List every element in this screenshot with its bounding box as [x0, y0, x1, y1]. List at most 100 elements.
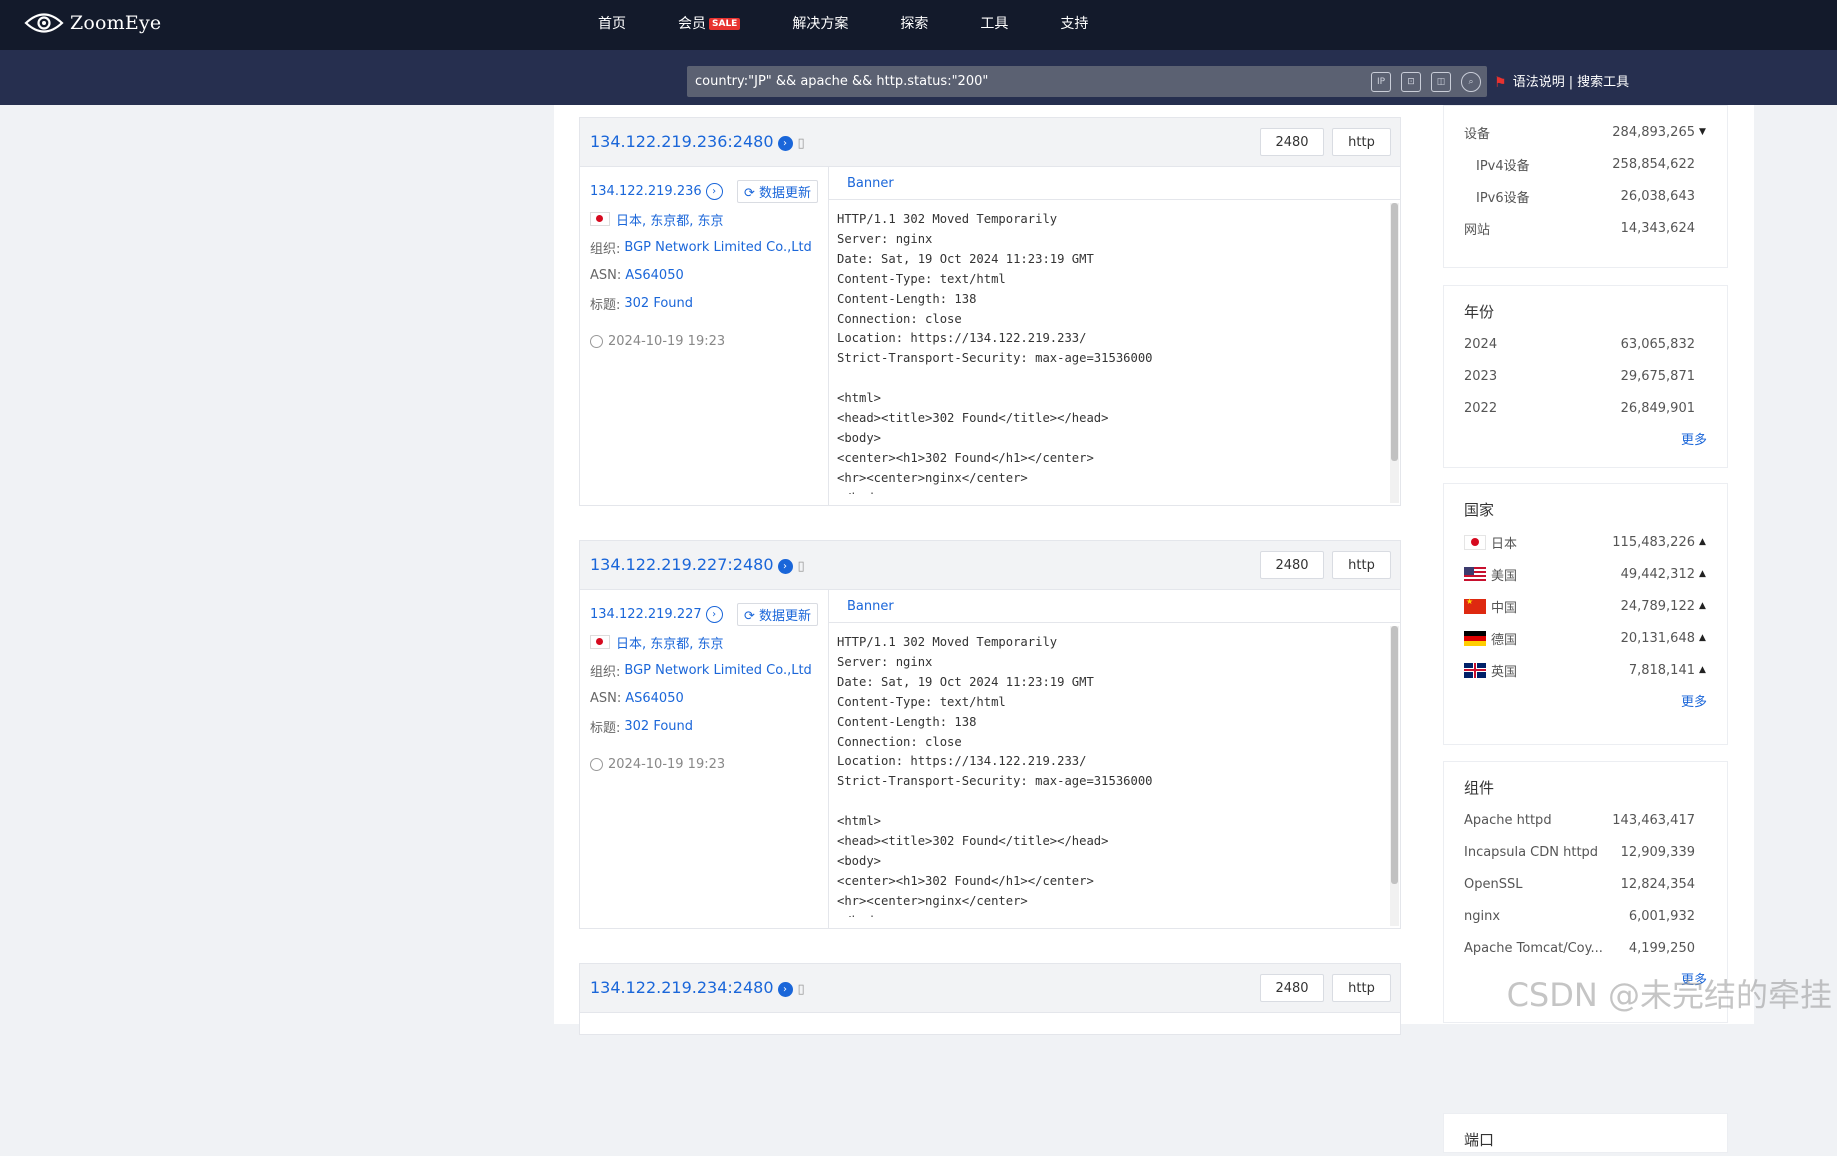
nav-explore[interactable]: 探索 — [900, 13, 928, 33]
germany-flag-icon — [1464, 630, 1486, 646]
search-tools-link[interactable]: 搜索工具 — [1577, 75, 1629, 90]
stat-row[interactable]: 2024 63,065,832 — [1464, 328, 1707, 360]
banner-scroll-thumb[interactable] — [1391, 626, 1398, 884]
banner-scroll-thumb[interactable] — [1391, 203, 1398, 461]
data-update-button[interactable]: ⟳ 数据更新 — [736, 179, 818, 203]
ip-search-icon[interactable]: IP — [1371, 71, 1391, 92]
syntax-help-link[interactable]: 语法说明 — [1513, 75, 1565, 90]
stat-row-ipv6[interactable]: IPv6设备 26,038,643 — [1464, 180, 1707, 212]
stat-value: 12,824,354 — [1620, 876, 1695, 892]
title-link[interactable]: 302 Found — [624, 296, 693, 311]
search-icon[interactable]: ⌕ — [1461, 71, 1481, 92]
country-stats-panel: 国家 日本 115,483,226 ▲ 美国 49,442,312 ▲ 中国 24,789… — [1443, 483, 1728, 745]
caret-up-icon[interactable]: ▲ — [1699, 601, 1707, 611]
asn-link[interactable]: AS64050 — [625, 268, 684, 283]
go-arrow-icon[interactable]: › — [777, 982, 793, 997]
panel-title: 组件 — [1464, 778, 1495, 797]
japan-flag-icon — [1464, 534, 1486, 550]
protocol-tag[interactable]: http — [1332, 974, 1391, 1002]
stat-label: 网站 — [1464, 222, 1491, 238]
country-more-link[interactable]: 更多 — [1464, 686, 1707, 714]
result-card: 134.122.219.227:2480 › ▯ 2480 http 134.122… — [579, 540, 1401, 929]
caret-up-icon[interactable]: ▲ — [1699, 665, 1707, 675]
protocol-tag[interactable]: http — [1332, 128, 1391, 156]
stat-row[interactable]: Apache Tomcat/Coy... 4,199,250 — [1464, 932, 1707, 964]
stat-row[interactable]: 2022 26,849,901 — [1464, 392, 1707, 424]
go-arrow-icon[interactable]: › — [777, 559, 793, 574]
location-link[interactable]: 日本, 东京都, 东京 — [616, 210, 724, 229]
usa-flag-icon — [1464, 566, 1486, 582]
banner-scrollbar[interactable] — [1390, 626, 1399, 926]
screenshot-search-icon[interactable]: ◫ — [1431, 71, 1451, 92]
nav-membership[interactable]: 会员 SALE — [678, 13, 741, 33]
protocol-tag[interactable]: http — [1332, 551, 1391, 579]
nav-tools[interactable]: 工具 — [980, 13, 1008, 33]
stat-value: 29,675,871 — [1620, 368, 1695, 384]
asn-link[interactable]: AS64050 — [625, 691, 684, 706]
nav-support[interactable]: 支持 — [1060, 13, 1088, 33]
result-info: 134.122.219.236 › ⟳ 数据更新 日本, 东京都, 东京 组织:… — [580, 167, 829, 505]
location-row: 日本, 东京都, 东京 — [590, 628, 818, 656]
stat-row[interactable]: Incapsula CDN httpd 12,909,339 — [1464, 836, 1707, 868]
result-ip-port: 134.122.219.234:2480 — [590, 978, 774, 997]
location-link[interactable]: 日本, 东京都, 东京 — [616, 633, 724, 652]
stat-label: 2023 — [1464, 368, 1498, 384]
ip-link[interactable]: 134.122.219.227 — [590, 607, 702, 622]
caret-up-icon[interactable]: ▲ — [1699, 569, 1707, 579]
stat-row-germany[interactable]: 德国 20,131,648 ▲ — [1464, 622, 1707, 654]
port-tag[interactable]: 2480 — [1260, 551, 1324, 579]
ip-go-icon[interactable]: › — [705, 605, 723, 623]
caret-up-icon[interactable]: ▲ — [1699, 537, 1707, 547]
stat-row-ipv4[interactable]: IPv4设备 258,854,622 — [1464, 148, 1707, 180]
go-arrow-icon[interactable]: › — [777, 136, 793, 151]
result-ip-port-link[interactable]: 134.122.219.236:2480 › ▯ — [590, 132, 805, 151]
ip-go-icon[interactable]: › — [705, 182, 723, 200]
banner-tab[interactable]: Banner — [829, 590, 1400, 623]
year-more-link[interactable]: 更多 — [1464, 424, 1707, 452]
data-update-label: 数据更新 — [758, 185, 811, 201]
stat-row-uk[interactable]: 英国 7,818,141 ▲ — [1464, 654, 1707, 686]
org-link[interactable]: BGP Network Limited Co.,Ltd — [624, 663, 811, 678]
result-ip-port-link[interactable]: 134.122.219.234:2480 › ▯ — [590, 978, 805, 997]
stat-value: 12,909,339 — [1620, 844, 1695, 860]
stat-row-devices[interactable]: 设备 284,893,265 ▼ — [1464, 116, 1707, 148]
banner-tab[interactable]: Banner — [829, 167, 1400, 200]
title-link[interactable]: 302 Found — [624, 719, 693, 734]
nav-solutions[interactable]: 解决方案 — [792, 13, 848, 33]
port-tag[interactable]: 2480 — [1260, 974, 1324, 1002]
result-ip-port-link[interactable]: 134.122.219.227:2480 › ▯ — [590, 555, 805, 574]
nav-home[interactable]: 首页 — [598, 13, 626, 33]
ip-link[interactable]: 134.122.219.236 — [590, 184, 702, 199]
port-tag[interactable]: 2480 — [1260, 128, 1324, 156]
stat-row-china[interactable]: 中国 24,789,122 ▲ — [1464, 590, 1707, 622]
copy-icon[interactable]: ▯ — [798, 559, 805, 574]
stat-row[interactable]: OpenSSL 12,824,354 — [1464, 868, 1707, 900]
port-stats-panel: 端口 — [1443, 1113, 1728, 1153]
stat-value: 284,893,265 — [1612, 124, 1695, 140]
copy-icon[interactable]: ▯ — [798, 136, 805, 151]
copy-icon[interactable]: ▯ — [798, 982, 805, 997]
stat-label: 中国 — [1491, 600, 1518, 616]
search-icons: IP ⊡ ◫ ⌕ — [1361, 71, 1487, 92]
zoomeye-logo[interactable]: ZoomEye — [24, 10, 161, 36]
stat-row-usa[interactable]: 美国 49,442,312 ▲ — [1464, 558, 1707, 590]
stat-value: 4,199,250 — [1628, 940, 1695, 956]
year-stats-panel: 年份 2024 63,065,832 2023 29,675,871 2022 26,… — [1443, 285, 1728, 468]
stat-row-websites[interactable]: 网站 14,343,624 — [1464, 212, 1707, 244]
caret-up-icon[interactable]: ▲ — [1699, 633, 1707, 643]
data-update-button[interactable]: ⟳ 数据更新 — [736, 602, 818, 626]
stat-row[interactable]: Apache httpd 143,463,417 — [1464, 804, 1707, 836]
search-input[interactable] — [687, 65, 1361, 98]
caret-down-icon[interactable]: ▼ — [1699, 127, 1707, 137]
org-link[interactable]: BGP Network Limited Co.,Ltd — [624, 240, 811, 255]
image-search-icon[interactable]: ⊡ — [1401, 71, 1421, 92]
result-info: 134.122.219.227 › ⟳ 数据更新 日本, 东京都, 东京 组织:… — [580, 590, 829, 928]
stat-value: 115,483,226 — [1612, 534, 1695, 550]
stat-row[interactable]: 2023 29,675,871 — [1464, 360, 1707, 392]
stat-row[interactable]: nginx 6,001,932 — [1464, 900, 1707, 932]
stat-row-japan[interactable]: 日本 115,483,226 ▲ — [1464, 526, 1707, 558]
logo-text: ZoomEye — [70, 12, 162, 34]
refresh-icon: ⟳ — [743, 608, 759, 624]
banner-scrollbar[interactable] — [1390, 203, 1399, 503]
refresh-icon: ⟳ — [743, 185, 759, 201]
